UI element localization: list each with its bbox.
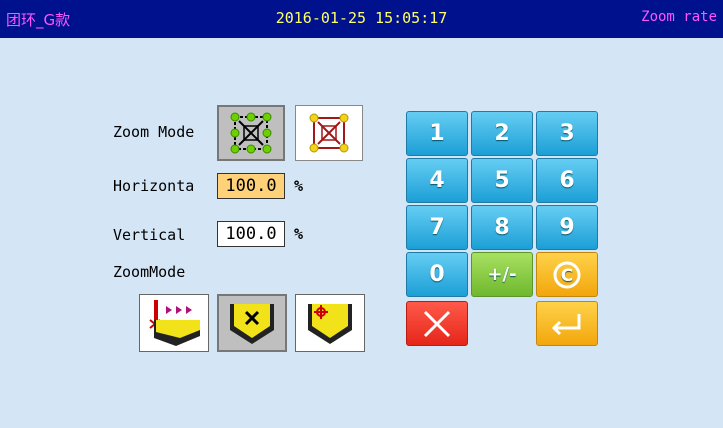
vertical-unit: % — [294, 225, 304, 243]
horizontal-label: Horizonta — [113, 177, 195, 195]
enter-icon — [551, 313, 581, 335]
free-zoom-icon — [309, 113, 349, 153]
key-1[interactable]: 1 — [406, 111, 468, 156]
datetime: 2016-01-25 15:05:17 — [275, 9, 448, 27]
free-zoom-button[interactable] — [295, 105, 363, 161]
zoommode-label: ZoomMode — [113, 263, 186, 281]
key-clear[interactable]: C — [536, 252, 598, 297]
svg-text:C: C — [561, 266, 573, 286]
title-bar: 团环_G款 2016-01-25 15:05:17 Zoom rate — [0, 0, 723, 38]
zoom-reference-origin-button[interactable] — [295, 294, 365, 352]
key-2[interactable]: 2 — [471, 111, 533, 156]
vertical-field[interactable]: 100.0 — [217, 221, 285, 247]
cancel-button[interactable] — [406, 301, 468, 346]
key-3[interactable]: 3 — [536, 111, 598, 156]
main-panel — [0, 38, 723, 428]
key-8[interactable]: 8 — [471, 205, 533, 250]
key-6[interactable]: 6 — [536, 158, 598, 203]
proportional-zoom-button[interactable] — [217, 105, 285, 161]
key-9[interactable]: 9 — [536, 205, 598, 250]
horizontal-field[interactable]: 100.0 — [217, 173, 285, 199]
reference-point-side-icon — [149, 300, 200, 346]
zoom-reference-side-button[interactable] — [139, 294, 209, 352]
key-7[interactable]: 7 — [406, 205, 468, 250]
reference-point-center-icon — [230, 304, 274, 344]
proportional-zoom-icon — [230, 112, 272, 154]
clear-icon: C — [553, 261, 581, 288]
zoom-reference-center-button[interactable] — [217, 294, 287, 352]
enter-button[interactable] — [536, 301, 598, 346]
key-5[interactable]: 5 — [471, 158, 533, 203]
key-4[interactable]: 4 — [406, 158, 468, 203]
vertical-label: Vertical — [113, 226, 186, 244]
screen-title: Zoom rate — [641, 9, 717, 25]
horizontal-unit: % — [294, 177, 304, 195]
key-plus-minus[interactable]: +/- — [471, 252, 533, 297]
zoom-mode-label: Zoom Mode — [113, 123, 195, 141]
reference-point-origin-icon — [308, 304, 352, 344]
key-0[interactable]: 0 — [406, 252, 468, 297]
cancel-icon — [423, 310, 451, 337]
